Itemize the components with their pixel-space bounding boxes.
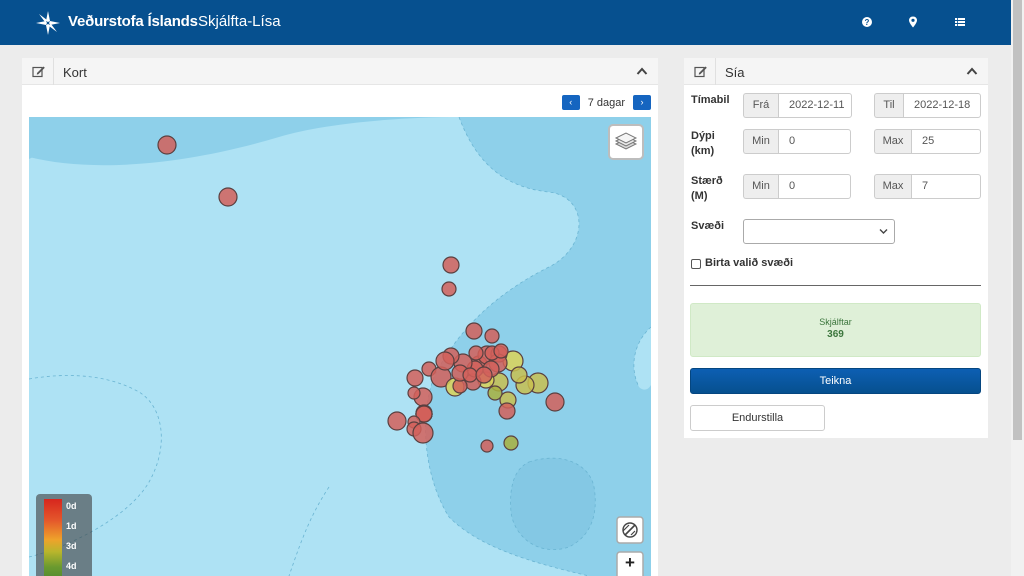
vedurstofa-logo-icon [36, 11, 60, 35]
layers-button[interactable] [608, 124, 644, 160]
chevron-down-icon [879, 229, 888, 234]
region-label: Svæði [691, 220, 725, 232]
quake-marker[interactable] [545, 392, 565, 412]
magnitude-label: Stærð (M) [691, 175, 723, 202]
map-panel-title: Kort [63, 65, 87, 80]
magnitude-max-addon: Max [874, 174, 911, 199]
list-icon[interactable] [953, 15, 967, 29]
filter-panel: Sía Tímabil Frá 2022-12-11 Til 2022-12-1… [684, 58, 988, 438]
legend-label-3d: 3d [66, 541, 77, 551]
quake-marker[interactable] [498, 402, 516, 420]
svg-text:?: ? [865, 18, 870, 27]
magnitude-min-addon: Min [743, 174, 778, 199]
period-label: Tímabil [691, 94, 730, 106]
quake-marker[interactable] [387, 411, 407, 431]
magnitude-max-input[interactable]: 7 [911, 174, 981, 199]
prev-days-button[interactable]: ‹ [561, 95, 580, 110]
filter-panel-header: Sía [684, 58, 988, 85]
brand-name[interactable]: Veðurstofa Íslands [68, 13, 198, 30]
depth-min-input[interactable]: 0 [778, 129, 851, 154]
earthquake-map[interactable]: + 0d 1d 3d 4d [29, 117, 651, 576]
map-marker-icon[interactable] [906, 15, 920, 29]
next-days-button[interactable]: › [633, 95, 651, 110]
depth-label: Dýpi (km) [691, 130, 715, 157]
show-region-label[interactable]: Birta valið svæði [705, 257, 793, 269]
quake-marker[interactable] [510, 366, 528, 384]
quake-marker[interactable] [406, 369, 424, 387]
header-separator [53, 58, 54, 85]
chevron-up-icon[interactable] [966, 66, 978, 76]
quake-marker[interactable] [493, 343, 509, 359]
quake-marker[interactable] [503, 435, 519, 451]
quake-marker[interactable] [157, 135, 177, 155]
depth-min-addon: Min [743, 129, 778, 154]
days-label: 7 dagar [587, 96, 625, 109]
quake-marker[interactable] [407, 386, 421, 400]
quake-marker[interactable] [484, 328, 500, 344]
magnitude-min-input[interactable]: 0 [778, 174, 851, 199]
days-control: ‹ 7 dagar › [561, 95, 651, 110]
top-navbar: Veðurstofa Íslands Skjálfta-Lísa ? [0, 0, 1011, 45]
quake-marker[interactable] [475, 366, 493, 384]
legend-label-0d: 0d [66, 501, 77, 511]
depth-max-input[interactable]: 25 [911, 129, 981, 154]
legend-gradient [44, 499, 62, 576]
reset-button[interactable]: Endurstilla [690, 405, 825, 431]
zoom-in-symbol[interactable]: + [617, 553, 643, 573]
legend-label-1d: 1d [66, 521, 77, 531]
edit-icon[interactable] [32, 65, 46, 78]
show-region-checkbox[interactable] [691, 259, 701, 269]
count-title: Skjálftar [819, 317, 852, 327]
help-icon[interactable]: ? [860, 15, 874, 29]
quake-marker[interactable] [435, 351, 455, 371]
from-addon: Frá [743, 93, 778, 118]
earthquake-count-box: Skjálftar 369 [690, 303, 981, 357]
legend-label-4d: 4d [66, 561, 77, 571]
draw-tool-button[interactable] [616, 516, 644, 544]
quake-marker[interactable] [441, 281, 457, 297]
depth-contour [510, 457, 596, 550]
date-from-input[interactable]: 2022-12-11 [778, 93, 852, 118]
quake-marker[interactable] [487, 385, 503, 401]
quake-marker[interactable] [468, 345, 484, 361]
page-scrollbar[interactable] [1011, 0, 1024, 576]
quake-marker[interactable] [218, 187, 238, 207]
to-addon: Til [874, 93, 903, 118]
quake-marker[interactable] [442, 256, 460, 274]
map-canvas[interactable] [29, 117, 651, 576]
edit-icon[interactable] [694, 65, 708, 78]
time-legend: 0d 1d 3d 4d [36, 494, 92, 576]
scrollbar-thumb[interactable] [1013, 0, 1022, 440]
map-panel-header: Kort [22, 58, 658, 85]
region-select[interactable] [743, 219, 895, 244]
app-title[interactable]: Skjálfta-Lísa [198, 13, 281, 30]
date-to-input[interactable]: 2022-12-18 [903, 93, 981, 118]
quake-marker[interactable] [465, 322, 483, 340]
form-divider [690, 285, 981, 286]
depth-max-addon: Max [874, 129, 911, 154]
chevron-up-icon[interactable] [636, 66, 648, 76]
count-value: 369 [827, 329, 844, 340]
map-panel: Kort ‹ 7 dagar › + 0d 1d 3d 4d [22, 58, 658, 576]
filter-panel-title: Sía [725, 65, 745, 80]
quake-marker[interactable] [462, 367, 478, 383]
header-separator [715, 58, 716, 85]
quake-marker[interactable] [412, 422, 434, 444]
draw-button[interactable]: Teikna [690, 368, 981, 394]
quake-marker[interactable] [480, 439, 494, 453]
